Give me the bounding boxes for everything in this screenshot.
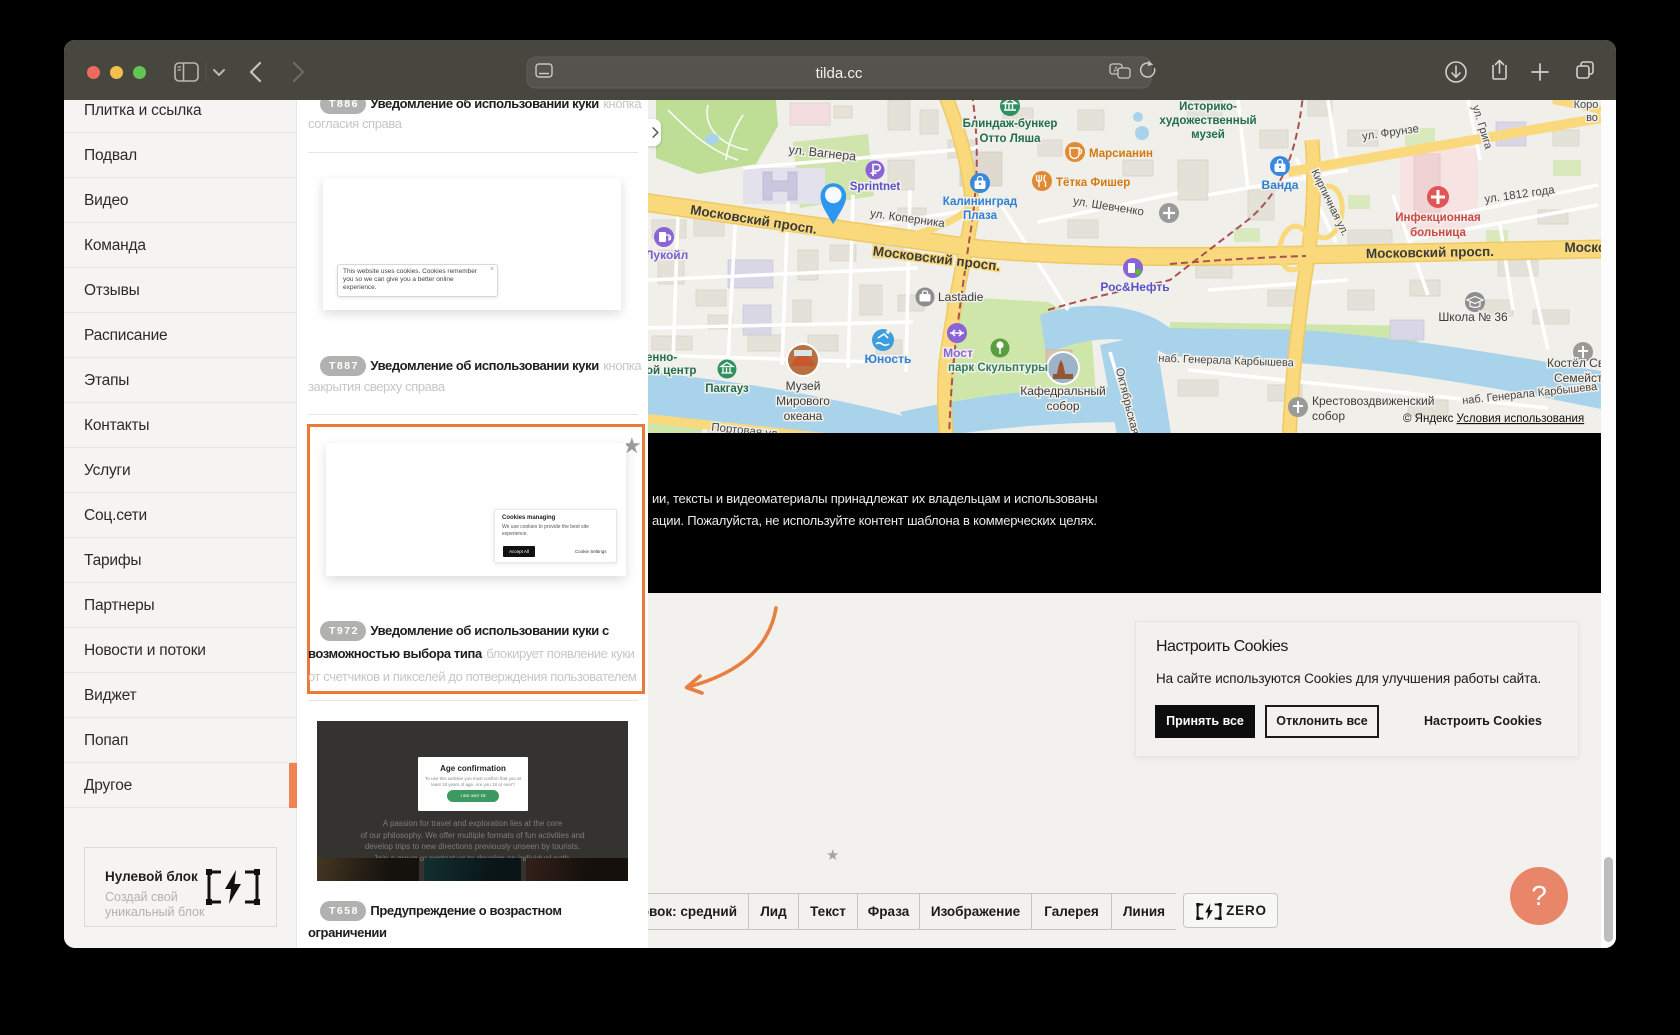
svg-text:Школа № 36: Школа № 36: [1438, 310, 1508, 324]
svg-text:во: во: [1586, 112, 1598, 124]
svg-text:художественный: художественный: [1159, 115, 1256, 127]
svg-text:Крестовоздвиженский: Крестовоздвиженский: [1312, 394, 1434, 408]
svg-text:Sprintnet: Sprintnet: [850, 181, 901, 193]
svg-text:океана: океана: [784, 409, 823, 423]
svg-text:Lastadie: Lastadie: [938, 290, 984, 304]
svg-text:Музей: Музей: [786, 379, 821, 393]
svg-text:tilda.cc: tilda.cc: [816, 65, 863, 82]
svg-text:Мост: Мост: [943, 346, 973, 360]
svg-text:Рос&Нефть: Рос&Нефть: [1100, 280, 1169, 294]
svg-text:Калининград: Калининград: [943, 196, 1018, 208]
svg-text:парк Скульптуры: парк Скульптуры: [948, 362, 1048, 374]
svg-text:Тётка Фишер: Тётка Фишер: [1056, 177, 1130, 189]
svg-text:Блиндаж-бункер: Блиндаж-бункер: [963, 118, 1058, 130]
svg-text:Мирового: Мирового: [776, 394, 830, 408]
svg-text:Московс: Московс: [1564, 240, 1601, 255]
svg-text:Инфекционная: Инфекционная: [1395, 212, 1480, 224]
svg-text:енно-: енно-: [648, 352, 677, 364]
svg-text:A: A: [1113, 66, 1119, 75]
svg-text:Юность: Юность: [865, 352, 912, 366]
svg-text:музей: музей: [1191, 129, 1225, 141]
svg-text:Отто Ляша: Отто Ляша: [979, 133, 1041, 145]
svg-text:Плаза: Плаза: [963, 210, 998, 222]
svg-text:ой центр: ой центр: [648, 365, 696, 377]
svg-text:Ванда: Ванда: [1262, 178, 1299, 192]
svg-text:Кафедральный: Кафедральный: [1020, 384, 1106, 398]
svg-text:Московский просп.: Московский просп.: [1366, 244, 1494, 261]
svg-text:собор: собор: [1312, 409, 1345, 423]
svg-text:Коро: Коро: [1574, 100, 1599, 111]
svg-text:Марсианин: Марсианин: [1089, 148, 1153, 160]
svg-text:Семейст: Семейст: [1554, 371, 1601, 385]
svg-text:© Яндекс Условия использования: © Яндекс Условия использования: [1403, 413, 1584, 425]
svg-text:Историко-: Историко-: [1179, 101, 1237, 113]
svg-text:Костёл Св: Костёл Св: [1547, 356, 1601, 370]
svg-text:Лукойл: Лукойл: [648, 248, 688, 262]
svg-text:собор: собор: [1046, 399, 1079, 413]
svg-text:больница: больница: [1410, 227, 1466, 239]
svg-text:Пакгауз: Пакгауз: [705, 383, 749, 395]
